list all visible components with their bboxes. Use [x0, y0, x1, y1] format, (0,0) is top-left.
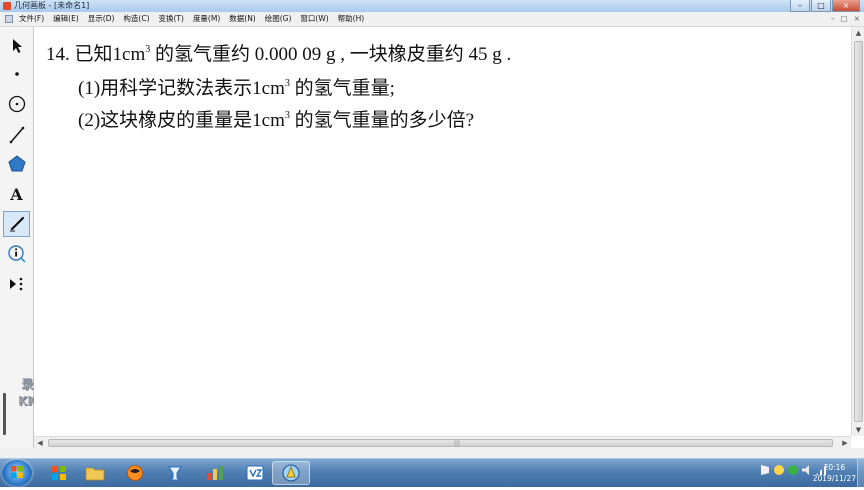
vertical-scroll-thumb[interactable] [854, 41, 863, 422]
app-vs-button[interactable] [236, 461, 274, 485]
marker-tool[interactable] [3, 211, 30, 237]
window-controls: – □ × [790, 0, 860, 12]
media-player-button[interactable] [116, 461, 154, 485]
document-icon[interactable] [5, 15, 13, 23]
tray-flag-icon[interactable] [761, 465, 769, 475]
explorer-files-button[interactable] [76, 461, 114, 485]
problem-text-b: 的氢气重约 0.000 09 g , 一块橡皮重约 45 g . [150, 44, 512, 65]
info-icon [7, 245, 25, 263]
tray-shield-icon[interactable] [774, 465, 784, 475]
sketch-canvas[interactable]: 14. 已知1cm3 的氢气重约 0.000 09 g , 一块橡皮重约 45 … [34, 27, 851, 436]
point-icon [14, 72, 19, 76]
close-button[interactable]: × [832, 0, 860, 12]
sketchpad-icon [282, 464, 300, 482]
sub-question-1-suffix: 的氢气重量; [289, 78, 395, 99]
minimize-button[interactable]: – [790, 0, 810, 12]
tray-volume-icon[interactable] [802, 465, 809, 475]
status-strip [0, 448, 864, 458]
line-icon [9, 126, 24, 144]
menu-edit[interactable]: 编辑(E) [50, 12, 85, 26]
clock-date: 2019/11/27 [812, 474, 856, 483]
sub-question-1-unit: cm [261, 78, 285, 99]
vertical-scrollbar[interactable]: ▲ ▼ [851, 27, 864, 436]
text-tool[interactable]: A [3, 181, 30, 207]
menu-display[interactable]: 显示(D) [85, 12, 121, 26]
arrow-tool[interactable] [3, 33, 30, 59]
taskbar: 20:16 2019/11/27 [0, 458, 864, 487]
menu-file[interactable]: 文件(F) [16, 12, 50, 26]
marker-icon [9, 216, 24, 232]
maximize-button[interactable]: □ [811, 0, 831, 12]
menu-help[interactable]: 帮助(H) [335, 12, 371, 26]
horizontal-scroll-thumb[interactable]: ||| [48, 439, 833, 447]
arrow-icon [12, 39, 22, 53]
title-bar: 几何画板 - [未命名1] – □ × [0, 0, 864, 12]
scroll-down-arrow-icon[interactable]: ▼ [852, 424, 864, 436]
start-button[interactable] [2, 460, 32, 486]
text-icon: A [10, 184, 23, 204]
document-window-controls: – □ × [831, 12, 860, 26]
information-tool[interactable] [3, 241, 30, 267]
folder-icon [85, 467, 105, 481]
sub-question-2: (2)这块橡皮的重量是1cm3 的氢气重量的多少倍? [78, 105, 474, 132]
sub-question-2-suffix: 的氢气重量的多少倍? [289, 110, 475, 131]
vs-icon [246, 465, 264, 481]
polygon-tool[interactable] [3, 151, 30, 177]
sub-question-2-text: (2)这块橡皮的重量是1 [78, 110, 262, 131]
point-tool[interactable] [3, 61, 30, 87]
menu-graph[interactable]: 绘图(G) [262, 12, 298, 26]
geometry-sketchpad-button[interactable] [272, 461, 310, 485]
sub-question-1: (1)用科学记数法表示1cm3 的氢气重量; [78, 73, 395, 100]
taskbar-windows-button[interactable] [40, 461, 78, 485]
straightedge-tool[interactable] [3, 122, 30, 148]
tray-app-icon[interactable] [788, 465, 798, 475]
problem-statement: 14. 已知1cm3 的氢气重约 0.000 09 g , 一块橡皮重约 45 … [46, 39, 511, 66]
colorful-windows-icon [52, 466, 66, 480]
menu-measure[interactable]: 度量(M) [190, 12, 226, 26]
app-chart-button[interactable] [196, 461, 234, 485]
toolbox-edge-marker [3, 393, 6, 435]
windows-logo-icon [11, 466, 23, 478]
doc-close-button[interactable]: × [854, 12, 860, 26]
menu-transform[interactable]: 变换(T) [156, 12, 190, 26]
clock[interactable]: 20:16 2019/11/27 [813, 462, 856, 484]
menu-window[interactable]: 窗口(W) [297, 12, 334, 26]
problem-text-a: 已知1 [74, 44, 123, 65]
app-cup-button[interactable] [156, 461, 194, 485]
sub-question-2-unit: cm [261, 110, 285, 131]
sub-question-1-text: (1)用科学记数法表示1 [78, 78, 262, 99]
custom-tools-icon [9, 277, 22, 291]
problem-unit: cm [122, 44, 146, 65]
menu-bar: 文件(F) 编辑(E) 显示(D) 构造(C) 变换(T) 度量(M) 数据(N… [0, 12, 864, 27]
scroll-grip-icon: ||| [454, 440, 461, 447]
problem-number: 14. [46, 44, 70, 65]
clock-time: 20:16 [823, 463, 846, 472]
polygon-icon [7, 155, 26, 172]
compass-tool[interactable] [3, 91, 30, 117]
menu-construct[interactable]: 构造(C) [120, 12, 155, 26]
menu-data[interactable]: 数据(N) [226, 12, 261, 26]
cup-icon [168, 466, 182, 481]
window-title: 几何画板 - [未命名1] [14, 1, 90, 10]
circle-icon [8, 95, 25, 113]
media-icon [127, 465, 143, 481]
chart-icon [207, 466, 223, 480]
scroll-up-arrow-icon[interactable]: ▲ [852, 27, 864, 39]
custom-tool[interactable] [3, 271, 30, 297]
sketchpad-app-icon [3, 2, 11, 10]
doc-minimize-button[interactable]: – [831, 12, 835, 26]
show-desktop-button[interactable] [857, 459, 864, 487]
doc-restore-button[interactable]: □ [841, 12, 848, 26]
